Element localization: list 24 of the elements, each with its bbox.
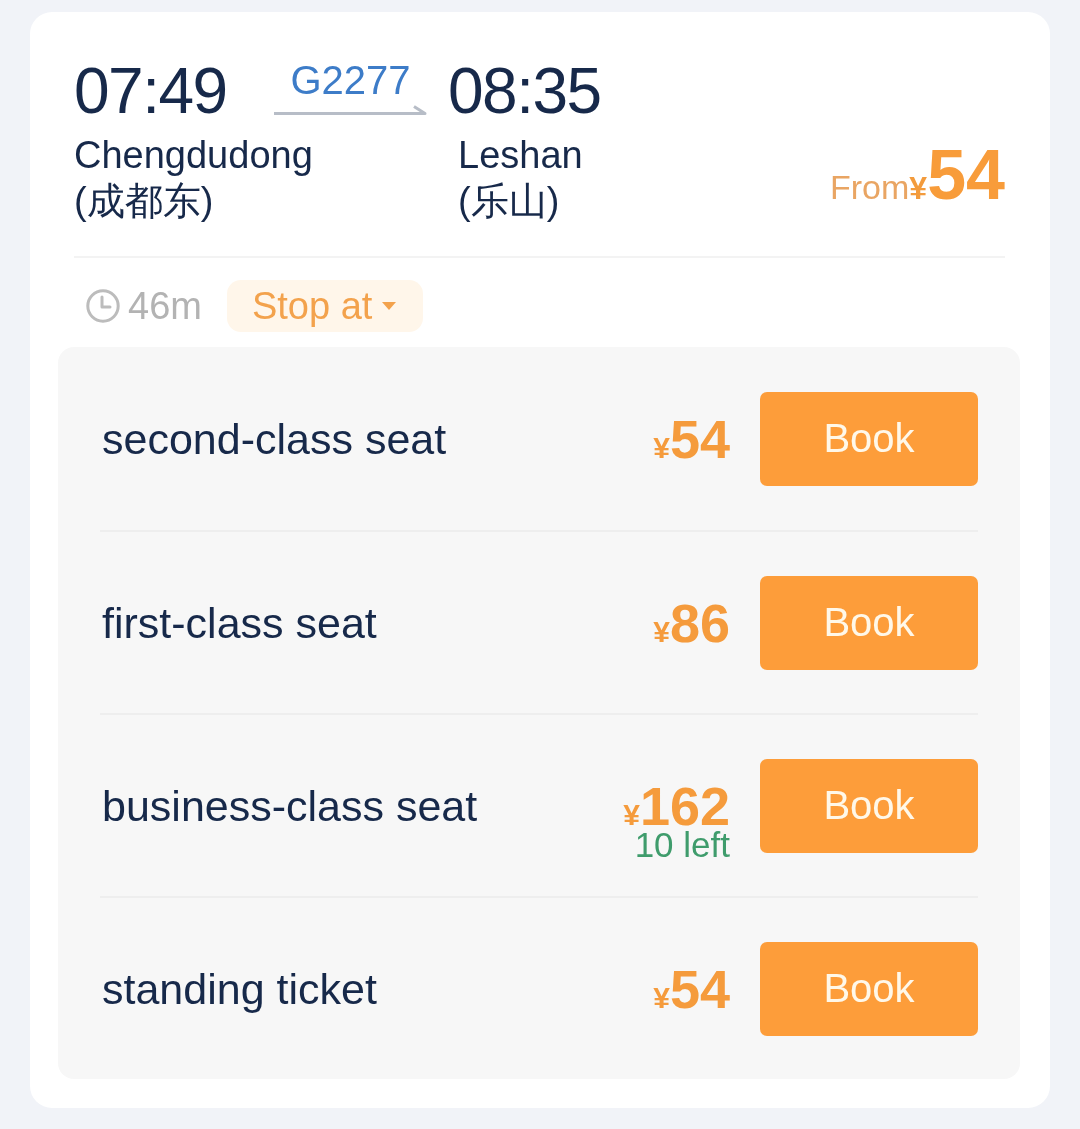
station-local-name: (乐山): [458, 179, 561, 224]
caret-icon: [382, 302, 397, 310]
remaining-seats: 10 left: [634, 829, 730, 860]
book-button[interactable]: Book: [760, 391, 978, 486]
seat-price: ¥54: [653, 961, 730, 1016]
lowest-price: From¥54: [830, 140, 1005, 210]
station-name: Chengdudong: [74, 133, 314, 178]
seat-price: ¥86: [653, 595, 730, 650]
station-local-name: (成都东): [74, 179, 215, 224]
book-button[interactable]: Book: [760, 941, 978, 1036]
book-button[interactable]: Book: [760, 758, 978, 853]
book-button[interactable]: Book: [760, 575, 978, 670]
arrival-time: 08:35: [448, 59, 601, 123]
stops-button[interactable]: Stop at: [226, 280, 424, 332]
train-number: G2277: [290, 60, 411, 100]
seat-price: ¥54: [653, 411, 730, 466]
station-name: Leshan: [458, 133, 583, 178]
clock-icon: [86, 289, 120, 323]
seat-name: business-class seat: [102, 780, 479, 832]
seat-name: standing ticket: [102, 963, 378, 1015]
duration-text: 46m: [128, 284, 202, 328]
departure-time: 07:49: [74, 59, 224, 123]
seat-name: first-class seat: [102, 597, 378, 649]
seat-name: second-class seat: [102, 413, 448, 465]
